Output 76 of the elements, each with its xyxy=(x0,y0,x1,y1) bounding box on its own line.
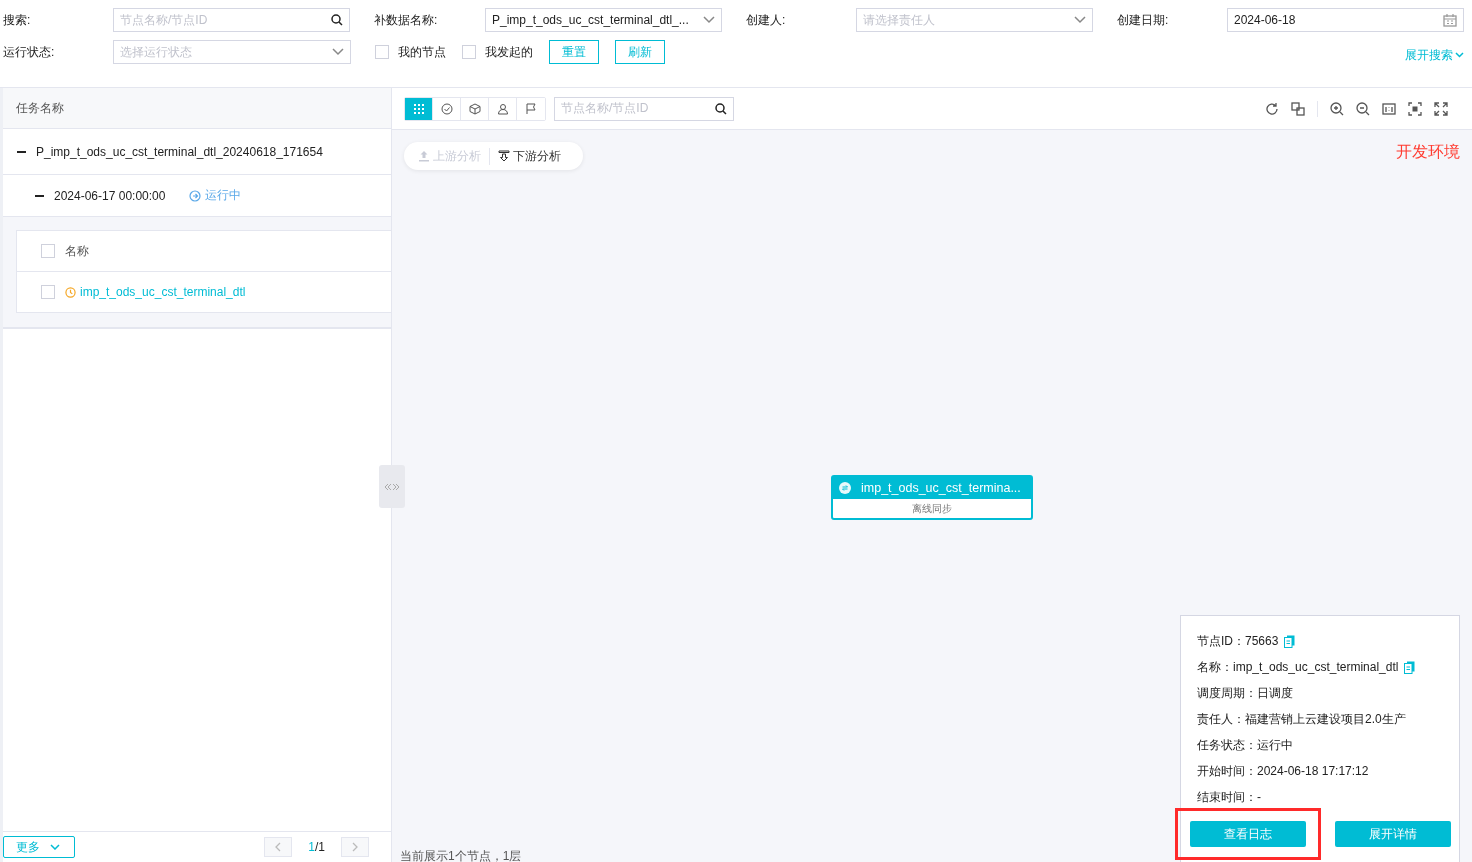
chevron-down-icon xyxy=(1074,16,1086,24)
check-circle-icon xyxy=(440,102,453,115)
detail-text: 任务状态：运行中 xyxy=(1197,736,1293,754)
node-link[interactable]: imp_t_ods_uc_cst_terminal_dtl xyxy=(80,285,246,299)
clock-icon xyxy=(65,286,76,298)
copy-icon[interactable] xyxy=(1284,634,1296,648)
actual-size-icon[interactable] xyxy=(1382,101,1396,116)
filter-button[interactable]: 重置 xyxy=(549,40,599,64)
status-text: 当前展示1个节点，1层 xyxy=(400,848,522,862)
grid-icon xyxy=(412,102,425,115)
column-header: 任务名称 xyxy=(16,99,64,117)
upload-icon xyxy=(418,150,430,162)
fit-view-icon[interactable] xyxy=(1408,101,1422,116)
checkbox[interactable] xyxy=(41,285,55,299)
status-label: 运行中 xyxy=(205,187,242,204)
view-log-button[interactable]: 查看日志 xyxy=(1190,821,1306,847)
date-field[interactable]: 2024-06-18 xyxy=(1227,8,1464,32)
cube-icon xyxy=(468,102,481,115)
chevron-down-icon xyxy=(703,16,715,24)
detail-text: 名称：imp_t_ods_uc_cst_terminal_dtl xyxy=(1197,658,1399,676)
zoom-in-icon[interactable] xyxy=(1330,101,1344,116)
fullscreen-icon[interactable] xyxy=(1434,101,1448,116)
field-label: 创建日期: xyxy=(1117,11,1170,29)
copy-icon[interactable] xyxy=(1404,660,1416,674)
search-field[interactable]: 节点名称/节点ID xyxy=(554,96,734,121)
chevron-down-icon xyxy=(50,844,60,850)
field-label: 补数据名称: xyxy=(374,11,439,29)
overlap-squares-icon[interactable] xyxy=(1291,101,1305,116)
collapse-icon[interactable] xyxy=(35,194,44,197)
expand-search-link[interactable]: 展开搜索 xyxy=(1405,46,1464,64)
detail-text: 责任人：福建营销上云建设项目2.0生产 xyxy=(1197,710,1406,728)
field-label: 运行状态: xyxy=(3,43,56,61)
task-node[interactable]: imp_t_ods_uc_cst_termina... 离线同步 xyxy=(831,475,1033,520)
more-button[interactable]: 更多 xyxy=(3,836,75,858)
select-field[interactable]: 选择运行状态 xyxy=(113,40,351,64)
panel-toggle-handle[interactable] xyxy=(379,465,405,508)
checkbox[interactable] xyxy=(462,45,476,59)
running-icon xyxy=(189,189,202,202)
chevron-down-icon xyxy=(1455,52,1464,58)
checkbox[interactable] xyxy=(375,45,389,59)
select-field[interactable]: P_imp_t_ods_uc_cst_terminal_dtl_... xyxy=(485,8,722,32)
field-label: 创建人: xyxy=(746,11,787,29)
user-icon xyxy=(496,102,509,115)
zoom-out-icon[interactable] xyxy=(1356,101,1370,116)
checkbox-label: 我发起的 xyxy=(485,43,533,61)
chevron-right-icon xyxy=(352,842,358,852)
search-icon xyxy=(331,14,343,26)
checkbox-label: 我的节点 xyxy=(398,43,446,61)
checkbox[interactable] xyxy=(41,244,55,258)
detail-text: 节点ID：75663 xyxy=(1197,632,1279,650)
analysis-button[interactable]: 下游分析 xyxy=(490,147,569,165)
search-icon xyxy=(715,102,727,115)
details-button[interactable]: 展开详情 xyxy=(1335,821,1451,847)
filter-button[interactable]: 刷新 xyxy=(615,40,665,64)
download-icon xyxy=(498,150,510,162)
node-name: imp_t_ods_uc_cst_termina... xyxy=(861,481,1021,495)
select-field[interactable]: 请选择责任人 xyxy=(856,8,1093,32)
node-type: 离线同步 xyxy=(911,501,953,516)
field-label: 搜索: xyxy=(3,11,32,29)
chevron-down-icon xyxy=(332,48,344,56)
column-header: 名称 xyxy=(65,242,89,260)
refresh-icon[interactable] xyxy=(1265,101,1279,116)
search-field[interactable]: 节点名称/节点ID xyxy=(113,8,350,32)
sync-icon xyxy=(839,482,851,494)
collapse-icon[interactable] xyxy=(17,150,26,153)
page-indicator: 1/1 xyxy=(308,840,325,854)
environment-label: 开发环境 xyxy=(1396,142,1460,162)
task-name[interactable]: P_imp_t_ods_uc_cst_terminal_dtl_20240618_171654 xyxy=(36,144,323,159)
calendar-icon xyxy=(1443,13,1457,27)
detail-text: 结束时间：- xyxy=(1197,788,1261,806)
run-date[interactable]: 2024-06-17 00:00:00 xyxy=(54,188,166,203)
grid-view-tab[interactable] xyxy=(405,97,433,120)
detail-text: 开始时间：2024-06-18 17:17:12 xyxy=(1197,762,1369,780)
detail-text: 调度周期：日调度 xyxy=(1197,684,1293,702)
chevron-left-icon xyxy=(275,842,282,852)
flag-icon xyxy=(525,102,537,115)
